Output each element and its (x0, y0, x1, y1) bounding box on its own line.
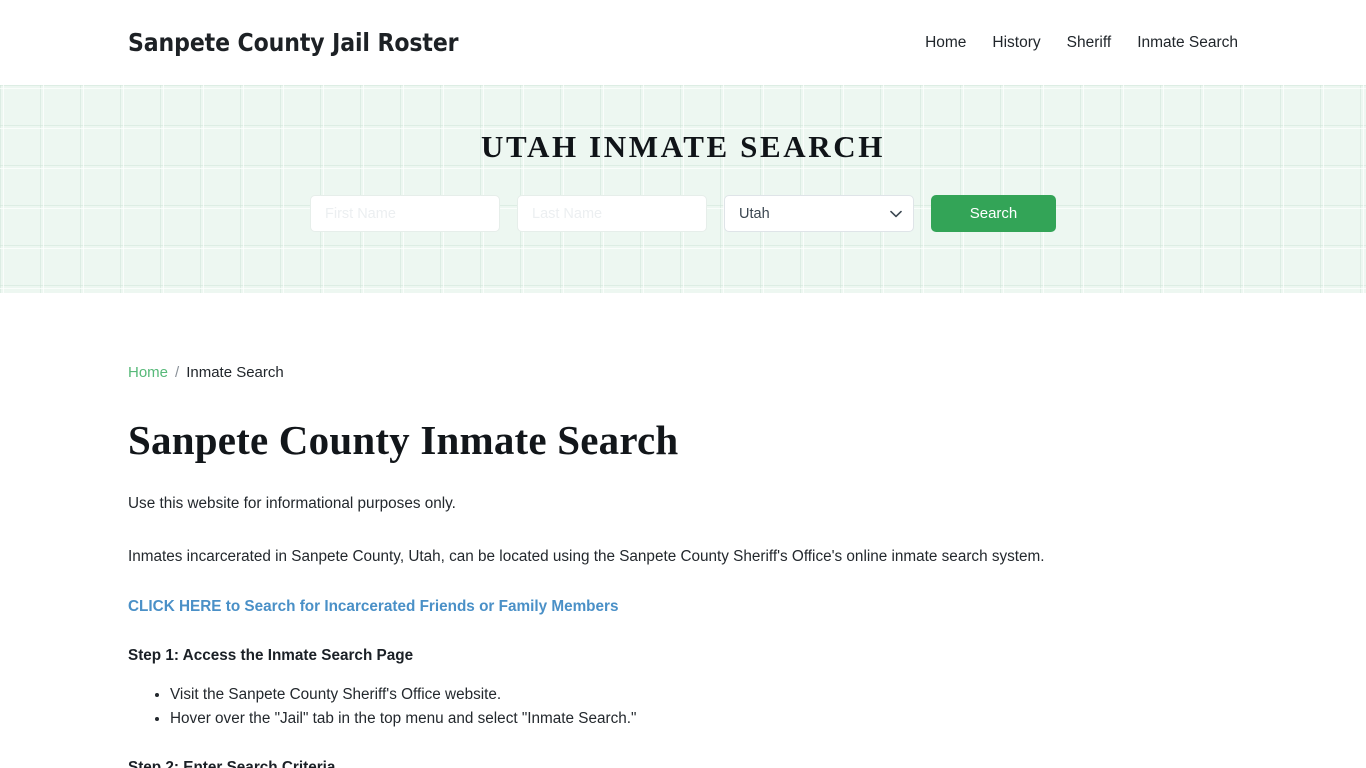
site-header: Sanpete County Jail Roster Home History … (0, 0, 1366, 85)
cta-search-link[interactable]: CLICK HERE to Search for Incarcerated Fr… (128, 598, 619, 615)
list-item: Hover over the "Jail" tab in the top men… (170, 707, 1238, 731)
step2-heading: Step 2: Enter Search Criteria (128, 759, 336, 768)
inmate-search-form: Utah Search (310, 195, 1056, 232)
state-select-wrapper: Utah (724, 195, 914, 232)
nav-item-history[interactable]: History (992, 35, 1040, 51)
state-select[interactable]: Utah (724, 195, 914, 232)
last-name-input[interactable] (517, 195, 707, 232)
hero-title: UTAH INMATE SEARCH (481, 129, 885, 164)
nav-item-home[interactable]: Home (925, 35, 966, 51)
breadcrumb-link-home[interactable]: Home (128, 365, 168, 380)
first-name-input[interactable] (310, 195, 500, 232)
intro-paragraph: Use this website for informational purpo… (128, 495, 456, 513)
search-button[interactable]: Search (931, 195, 1056, 232)
step1-heading: Step 1: Access the Inmate Search Page (128, 646, 414, 664)
main-navigation: Home History Sheriff Inmate Search (925, 35, 1238, 51)
nav-item-inmate-search[interactable]: Inmate Search (1137, 35, 1238, 51)
breadcrumb-current: Inmate Search (186, 364, 284, 381)
site-brand-title[interactable]: Sanpete County Jail Roster (128, 28, 459, 57)
main-content: Home / Inmate Search Sanpete County Inma… (0, 365, 1366, 768)
breadcrumb: Home / Inmate Search (128, 365, 1238, 380)
step1-list: Visit the Sanpete County Sheriff's Offic… (128, 683, 1238, 731)
nav-item-sheriff[interactable]: Sheriff (1067, 35, 1112, 51)
hero-search-banner: UTAH INMATE SEARCH Utah Search (0, 85, 1366, 293)
page-title: Sanpete County Inmate Search (128, 417, 679, 463)
description-paragraph: Inmates incarcerated in Sanpete County, … (128, 548, 1045, 566)
list-item: Visit the Sanpete County Sheriff's Offic… (170, 683, 1238, 707)
cta-paragraph: CLICK HERE to Search for Incarcerated Fr… (128, 596, 1238, 619)
breadcrumb-separator: / (175, 364, 180, 381)
